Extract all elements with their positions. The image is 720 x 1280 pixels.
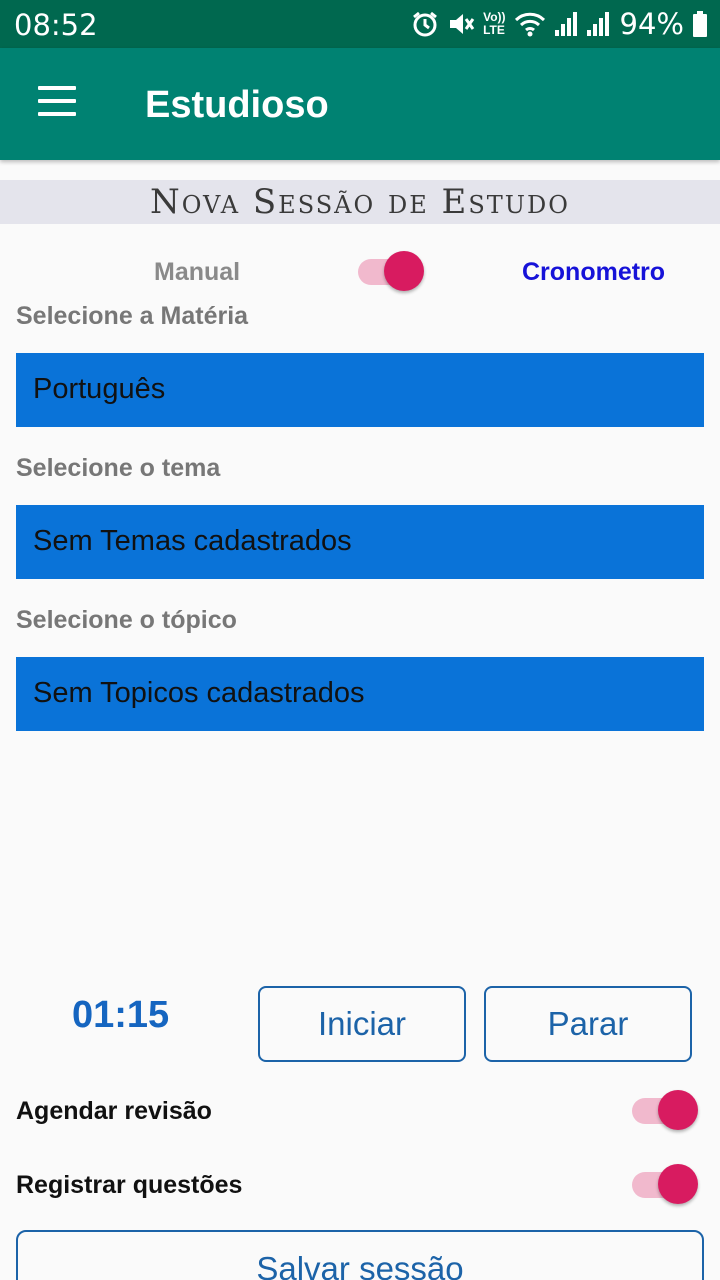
section-title: Nova Sessão de Estudo xyxy=(150,182,570,222)
alarm-icon xyxy=(411,10,439,38)
section-header: Nova Sessão de Estudo xyxy=(0,180,720,224)
mode-cronometro-label: Cronometro xyxy=(522,258,666,286)
status-bar: 08:52 Vo)) LTE 94% xyxy=(0,0,720,48)
theme-value: Sem Temas cadastrados xyxy=(33,525,352,557)
status-icons: Vo)) LTE 94% xyxy=(411,6,708,42)
stop-button[interactable]: Parar xyxy=(484,986,692,1062)
topic-label: Selecione o tópico xyxy=(16,606,237,634)
signal-icon xyxy=(554,10,578,38)
mute-icon xyxy=(447,10,475,38)
app-title: Estudioso xyxy=(145,84,329,126)
signal-icon xyxy=(586,10,610,38)
schedule-review-label: Agendar revisão xyxy=(16,1097,212,1125)
subject-dropdown[interactable]: Português xyxy=(16,353,704,427)
save-session-button[interactable]: Salvar sessão xyxy=(16,1230,704,1280)
menu-icon[interactable] xyxy=(38,86,76,116)
mode-manual-label: Manual xyxy=(154,258,241,286)
register-questions-label: Registrar questões xyxy=(16,1171,243,1199)
battery-icon xyxy=(692,10,708,38)
timer-display: 01:15 xyxy=(72,994,170,1036)
subject-label: Selecione a Matéria xyxy=(16,302,249,330)
theme-label: Selecione o tema xyxy=(16,454,221,482)
status-time: 08:52 xyxy=(14,8,98,42)
register-questions-toggle[interactable] xyxy=(632,1162,698,1206)
topic-value: Sem Topicos cadastrados xyxy=(33,677,365,709)
theme-dropdown[interactable]: Sem Temas cadastrados xyxy=(16,505,704,579)
volte-icon: Vo)) LTE xyxy=(483,10,506,37)
wifi-icon xyxy=(514,10,546,38)
start-button[interactable]: Iniciar xyxy=(258,986,466,1062)
mode-toggle[interactable] xyxy=(358,249,424,293)
schedule-review-toggle[interactable] xyxy=(632,1088,698,1132)
app-bar: Estudioso xyxy=(0,48,720,160)
topic-dropdown[interactable]: Sem Topicos cadastrados xyxy=(16,657,704,731)
subject-value: Português xyxy=(33,373,166,405)
battery-percentage: 94% xyxy=(619,7,684,41)
